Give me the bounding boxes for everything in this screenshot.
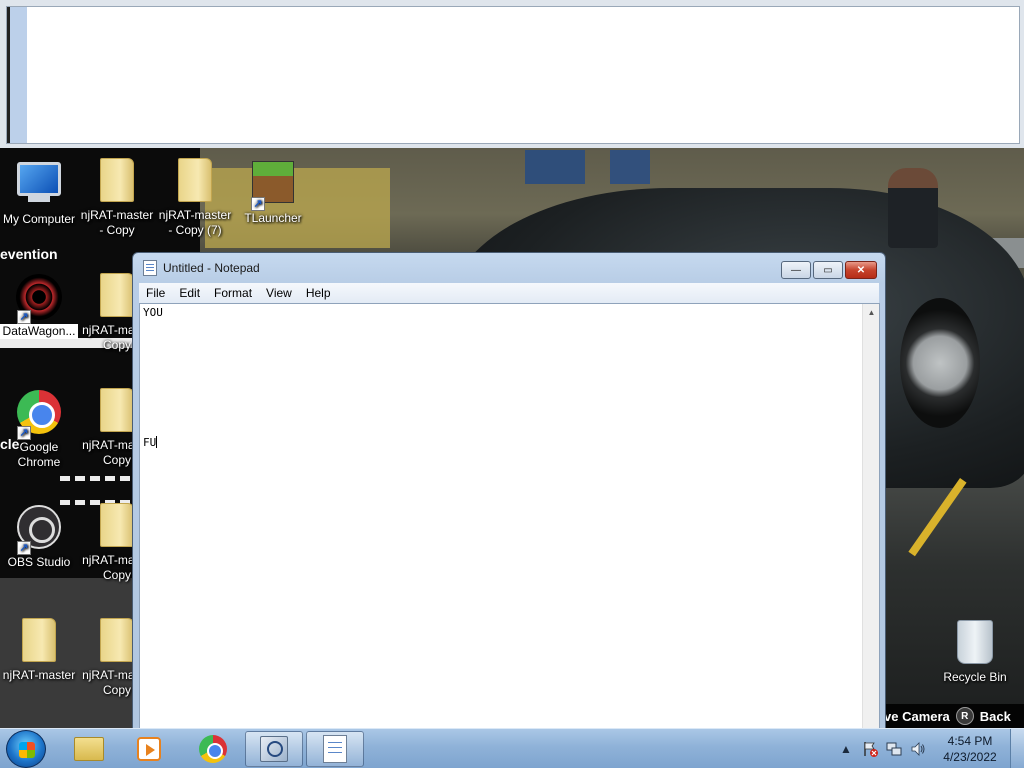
shortcut-arrow-icon: ↗ xyxy=(251,197,265,211)
menu-file[interactable]: File xyxy=(139,286,172,300)
shortcut-arrow-icon: ↗ xyxy=(17,426,31,440)
system-tray: ▲ 4:54 PM 4/23/2022 xyxy=(834,729,1024,768)
notepad-app-icon[interactable] xyxy=(143,260,157,276)
editor-line: FU xyxy=(143,436,157,449)
volume-icon[interactable] xyxy=(909,740,927,758)
system-clock[interactable]: 4:54 PM 4/23/2022 xyxy=(930,733,1010,765)
network-icon[interactable] xyxy=(885,740,903,758)
menu-format[interactable]: Format xyxy=(207,286,259,300)
window-controls: — ▭ ✕ xyxy=(781,261,877,279)
wallpaper-dashes xyxy=(60,476,130,481)
action-center-flag-icon[interactable] xyxy=(861,740,879,758)
editor-text[interactable]: YOU FU xyxy=(143,306,858,449)
taskbar-google-chrome[interactable] xyxy=(184,731,242,767)
desktop-icon-recycle-bin[interactable]: Recycle Bin xyxy=(936,618,1014,685)
wallpaper-wheel xyxy=(900,298,980,428)
notepad-window[interactable]: Untitled - Notepad — ▭ ✕ File Edit Forma… xyxy=(132,252,886,731)
desktop-icon-label: My Computer xyxy=(2,212,76,226)
editor-line: YOU xyxy=(143,306,163,319)
desktop-icon-tlauncher[interactable]: ↗ TLauncher xyxy=(234,158,312,226)
wallpaper-text: evention xyxy=(0,246,58,262)
maximize-button[interactable]: ▭ xyxy=(813,261,843,279)
show-hidden-icons-button[interactable]: ▲ xyxy=(837,740,855,758)
folder-icon xyxy=(15,618,63,666)
desktop-icon-google-chrome[interactable]: ↗ Google Chrome xyxy=(0,388,78,470)
blank-window-content[interactable] xyxy=(6,6,1020,144)
notepad-titlebar[interactable]: Untitled - Notepad — ▭ ✕ xyxy=(133,253,885,283)
hud-back-label: Back xyxy=(979,708,1011,724)
taskbar-magnifier[interactable] xyxy=(245,731,303,767)
shortcut-arrow-icon: ↗ xyxy=(17,310,31,324)
desktop-icon-njrat-master[interactable]: njRAT-master xyxy=(0,618,78,683)
scroll-up-arrow-icon[interactable]: ▲ xyxy=(863,304,880,321)
desktop-icon-obs-studio[interactable]: ↗ OBS Studio xyxy=(0,503,78,570)
menu-bar: File Edit Format View Help xyxy=(139,283,879,303)
desktop-icon-label: njRAT-master xyxy=(2,668,76,682)
desktop-icon-label: DataWagon... xyxy=(0,324,78,339)
desktop-icon-label: OBS Studio xyxy=(7,555,71,569)
start-button[interactable] xyxy=(6,730,46,768)
magnifier-icon xyxy=(260,736,288,762)
taskbar: ▲ 4:54 PM 4/23/2022 xyxy=(0,728,1024,768)
recycle-bin-icon xyxy=(951,620,999,668)
obs-icon: ↗ xyxy=(15,505,63,555)
shortcut-arrow-icon: ↗ xyxy=(17,541,31,555)
taskbar-windows-explorer[interactable] xyxy=(60,731,118,767)
text-caret xyxy=(156,436,158,448)
desktop-icon-label: njRAT-master - Copy (7) xyxy=(158,208,232,237)
minecraft-icon: ↗ xyxy=(249,161,297,211)
menu-edit[interactable]: Edit xyxy=(172,286,207,300)
desktop-icon-datawagon[interactable]: ↗ DataWagon... xyxy=(0,273,78,339)
clock-date: 4/23/2022 xyxy=(943,750,997,764)
menu-help[interactable]: Help xyxy=(299,286,338,300)
desktop-icon-label: Recycle Bin xyxy=(943,670,1007,684)
chrome-icon: ↗ xyxy=(15,390,63,440)
computer-icon xyxy=(15,162,63,210)
window-title: Untitled - Notepad xyxy=(163,261,260,275)
desktop-icon-my-computer[interactable]: My Computer xyxy=(0,158,78,227)
desktop-icon-label: njRAT-master - Copy xyxy=(80,208,154,237)
datawagon-icon: ↗ xyxy=(15,274,63,324)
hud-r-button-icon: R xyxy=(955,707,974,725)
chrome-icon xyxy=(199,735,227,763)
taskbar-notepad[interactable] xyxy=(306,731,364,767)
screen: evention cle ve Camera R Back My Compute… xyxy=(0,0,1024,768)
desktop-icon-njrat-copy-7[interactable]: njRAT-master - Copy (7) xyxy=(156,158,234,238)
show-desktop-button[interactable] xyxy=(1010,729,1024,768)
taskbar-media-player[interactable] xyxy=(120,731,178,767)
notepad-icon xyxy=(323,735,347,763)
close-button[interactable]: ✕ xyxy=(845,261,877,279)
minimize-button[interactable]: — xyxy=(781,261,811,279)
windows-explorer-icon xyxy=(74,737,104,761)
desktop-icon-label: Google Chrome xyxy=(17,440,61,469)
wallpaper-person xyxy=(888,168,938,248)
wallpaper-window xyxy=(610,150,650,184)
blank-window[interactable] xyxy=(0,0,1024,150)
menu-view[interactable]: View xyxy=(259,286,299,300)
vertical-scrollbar[interactable]: ▲ xyxy=(862,304,879,730)
clock-time: 4:54 PM xyxy=(947,734,993,748)
desktop-icon-label: TLauncher xyxy=(244,211,302,225)
media-player-icon xyxy=(137,737,161,761)
blank-window-sidebar xyxy=(7,7,27,143)
text-editor-area[interactable]: YOU FU ▲ xyxy=(139,303,880,731)
hud-camera-label: ve Camera xyxy=(884,708,950,724)
folder-icon xyxy=(93,158,141,206)
game-hud: ve Camera R Back xyxy=(880,704,1024,728)
desktop-icon-njrat-copy[interactable]: njRAT-master - Copy xyxy=(78,158,156,238)
folder-icon xyxy=(171,158,219,206)
wallpaper-window xyxy=(525,150,585,184)
